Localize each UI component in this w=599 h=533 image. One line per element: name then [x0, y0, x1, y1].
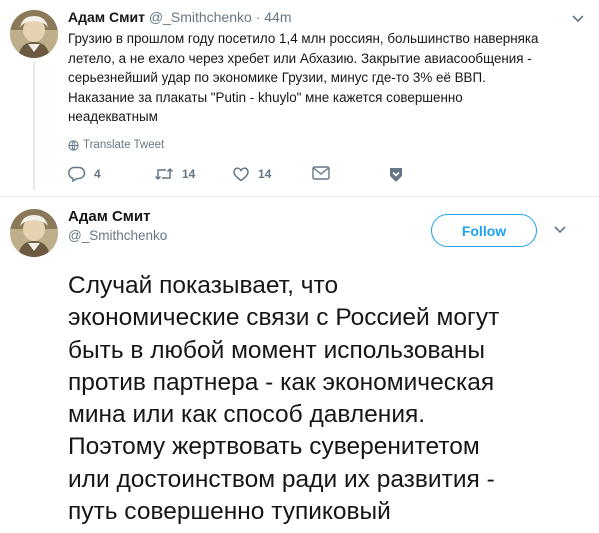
tweet-text-line: путь совершенно тупиковый: [68, 498, 391, 526]
chevron-down-icon[interactable]: [571, 11, 585, 29]
reply-tweet-text: Грузию в прошлом году посетило 1,4 млн р…: [68, 29, 588, 127]
main-tweet-text: Случай показывает, что экономические свя…: [68, 270, 593, 528]
tweet-text-line: летело, а не ехало через хребет или Абха…: [68, 50, 532, 66]
envelope-icon: [312, 166, 330, 180]
translate-label: Translate Tweet: [83, 139, 165, 151]
tweet-text-line: Грузию в прошлом году посетило 1,4 млн р…: [68, 31, 539, 46]
reply-count: 4: [94, 167, 101, 181]
tweet-actions: 4 14 14: [68, 166, 428, 188]
tweet-text-line: Поэтому жертвовать суверенитетом: [68, 433, 480, 461]
thread-connector: [33, 62, 35, 190]
tweet-text-line: Наказание за плакаты "Putin - khuylo" мн…: [68, 89, 463, 105]
tweet-text-line: серьезнейший удар по экономике Грузии, м…: [68, 70, 486, 85]
tweet-text-line: или достоинством ради их развития -: [68, 465, 495, 493]
author-name[interactable]: Адам Смит: [68, 9, 145, 25]
bookmark-button[interactable]: [387, 167, 405, 188]
avatar[interactable]: [10, 10, 58, 58]
reply-icon: [68, 166, 86, 182]
globe-icon: [68, 139, 79, 151]
tweet-text-line: Случай показывает, что: [68, 272, 339, 299]
tweet-text-line: неадекватным: [68, 109, 158, 124]
tweet-time[interactable]: 44m: [264, 9, 291, 25]
avatar[interactable]: [10, 209, 58, 257]
direct-message-button[interactable]: [312, 166, 330, 180]
bookmark-icon: [389, 168, 403, 182]
reply-button[interactable]: 4: [68, 166, 101, 182]
author-handle[interactable]: @_Smithchenko: [149, 9, 252, 25]
retweet-button[interactable]: 14: [154, 166, 195, 182]
tweet-text-line: экономические связи с Россией могут: [68, 304, 500, 332]
tweet-text-line: против партнера - как экономическая: [68, 368, 495, 396]
retweet-icon: [154, 167, 174, 181]
heart-icon: [233, 167, 249, 182]
chevron-down-icon[interactable]: [553, 222, 567, 240]
reply-tweet-header: Адам Смит @_Smithchenko · 44m: [68, 9, 291, 25]
retweet-count: 14: [182, 167, 196, 181]
follow-button[interactable]: Follow: [431, 214, 537, 247]
like-count: 14: [258, 167, 272, 181]
main-tweet-header: Адам Смит @_Smithchenko: [68, 208, 167, 243]
reply-tweet[interactable]: Адам Смит @_Smithchenko · 44m Грузию в п…: [0, 0, 599, 196]
author-handle[interactable]: @_Smithchenko: [68, 228, 167, 243]
divider: [0, 196, 599, 197]
separator: ·: [255, 9, 261, 25]
tweet-text-line: мина или как способ давления.: [68, 401, 426, 429]
author-name[interactable]: Адам Смит: [68, 208, 167, 225]
tweet-text-line: быть в любой момент использованы: [68, 336, 486, 364]
like-button[interactable]: 14: [232, 166, 271, 182]
translate-tweet-link[interactable]: Translate Tweet: [68, 139, 164, 151]
